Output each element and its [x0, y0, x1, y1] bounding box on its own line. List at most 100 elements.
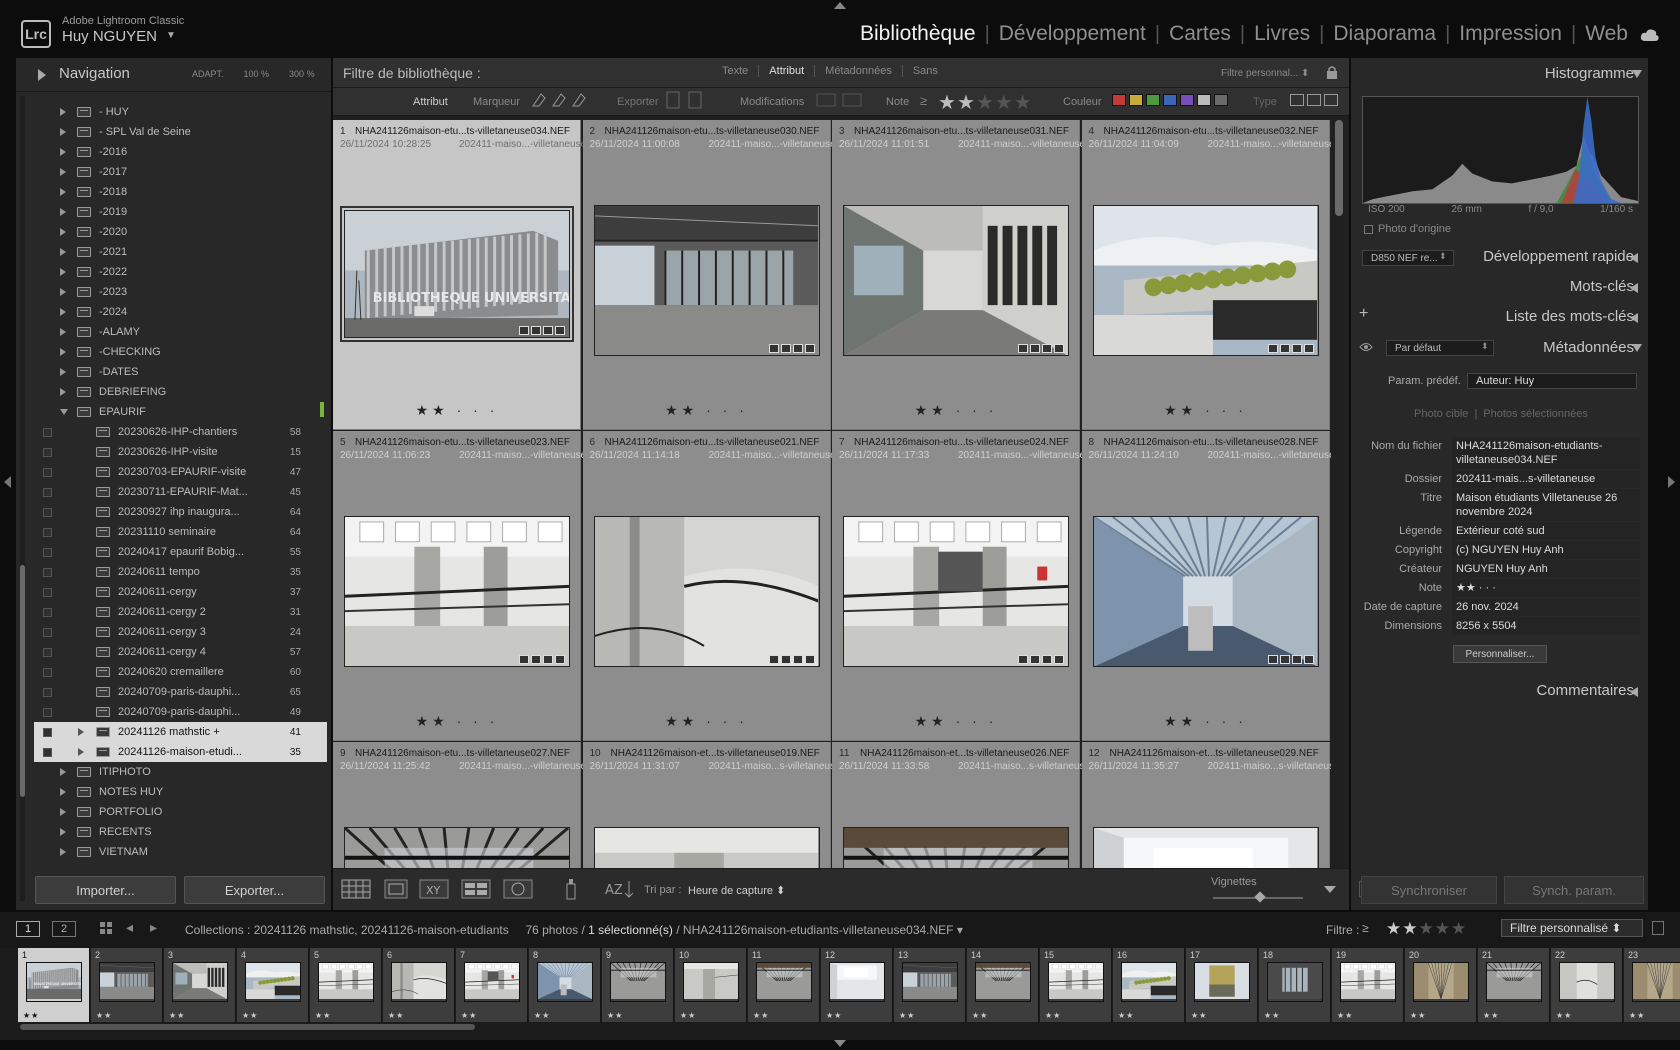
grid-shortcut-icon[interactable] — [99, 921, 113, 935]
metadata-badge-icon[interactable] — [1030, 655, 1040, 664]
edited-filter-icons[interactable] — [665, 90, 705, 110]
collection-item[interactable]: 64 20231110 seminaire — [34, 522, 327, 542]
cell-rating[interactable]: ★★ · · · — [1082, 402, 1330, 419]
filmstrip-item[interactable]: 12 ★★ — [821, 948, 893, 1022]
collection-checkbox[interactable] — [43, 687, 52, 697]
loupe-view-icon[interactable] — [384, 879, 408, 899]
star-icon[interactable]: ★ — [1451, 919, 1467, 938]
grid-cell[interactable]: 8 NHA241126maison-etu...ts-villetaneuse02… — [1081, 431, 1331, 741]
collection-checkbox[interactable] — [43, 707, 52, 717]
grid-cell[interactable]: 12 NHA241126maison-et...ts-villetaneuse02… — [1081, 742, 1331, 868]
back-arrow-icon[interactable]: ◂ — [126, 919, 133, 936]
keyword-list-expand-icon[interactable] — [1630, 313, 1638, 323]
filmstrip-item[interactable]: 4 ★★ — [237, 948, 309, 1022]
quick-preset-chevron-icon[interactable]: ⬍ — [1439, 251, 1447, 262]
metadata-value[interactable]: 202411-mais...s-villetaneuse — [1452, 470, 1640, 488]
collection-item[interactable]: ITIPHOTO — [34, 762, 327, 782]
collection-item[interactable]: 58 20230626-IHP-chantiers — [34, 422, 327, 442]
collection-item[interactable]: 41 20241126 mathstic + — [34, 722, 327, 742]
photo-thumbnail[interactable] — [344, 827, 570, 868]
metadata-badge-icon[interactable] — [1279, 344, 1290, 353]
module-tab[interactable]: Impression — [1459, 22, 1562, 46]
metadata-header[interactable]: Métadonnées — [1543, 339, 1634, 356]
develop-badge-icon[interactable] — [1303, 655, 1314, 664]
expand-triangle-icon[interactable] — [60, 388, 66, 396]
expand-triangle-icon[interactable] — [60, 768, 66, 776]
expand-triangle-icon[interactable] — [60, 108, 66, 116]
collection-item[interactable]: 64 20230927 ihp inaugura... — [34, 502, 327, 522]
toolbar-options-chevron-down-icon[interactable] — [1324, 886, 1336, 893]
expand-triangle-icon[interactable] — [78, 728, 84, 736]
quick-develop-header[interactable]: Développement rapide — [1483, 248, 1634, 265]
comments-expand-icon[interactable] — [1630, 687, 1638, 697]
filmstrip-thumbnail[interactable] — [1267, 962, 1323, 1002]
color-label-swatch[interactable] — [1163, 94, 1177, 106]
filmstrip-item[interactable]: 2 ★★ — [91, 948, 163, 1022]
grid-cell[interactable]: 4 NHA241126maison-etu...ts-villetaneuse03… — [1081, 120, 1331, 430]
star-icon[interactable]: ★ — [1402, 919, 1418, 938]
navigator-zoom-options[interactable]: ADAPT. 100 % 300 % — [192, 69, 315, 79]
import-button[interactable]: Importer... — [35, 876, 176, 904]
color-label-swatch[interactable] — [1129, 94, 1143, 106]
filmstrip-item[interactable]: 7 ★★ — [456, 948, 528, 1022]
photo-thumbnail[interactable] — [593, 827, 820, 868]
collection-item[interactable]: -2016 — [34, 142, 327, 162]
selected-photos-option[interactable]: Photos sélectionnées — [1483, 408, 1588, 420]
collection-item[interactable]: 55 20240417 epaurif Bobig... — [34, 542, 327, 562]
grid-cell[interactable]: 6 NHA241126maison-etu...ts-villetaneuse02… — [582, 431, 836, 741]
collection-item[interactable]: -2018 — [34, 182, 327, 202]
expand-triangle-icon[interactable] — [60, 148, 66, 156]
expand-triangle-icon[interactable] — [60, 368, 66, 376]
keyword-badge-icon[interactable] — [768, 344, 779, 353]
metadata-value[interactable]: ★★ · · · — [1452, 579, 1640, 597]
filmstrip-thumbnail[interactable] — [829, 962, 885, 1002]
filmstrip-thumbnail[interactable] — [245, 962, 301, 1002]
filter-tab[interactable]: Métadonnées — [815, 65, 903, 77]
keywords-expand-icon[interactable] — [1630, 283, 1638, 293]
collection-checkbox[interactable] — [43, 547, 52, 557]
filmstrip-thumbnail[interactable] — [1486, 962, 1542, 1002]
filmstrip-item[interactable]: 17 ★★ — [1186, 948, 1258, 1022]
collection-checkbox[interactable] — [43, 507, 52, 517]
expand-triangle-icon[interactable] — [60, 328, 66, 336]
collection-checkbox[interactable] — [43, 647, 52, 657]
metadata-value[interactable]: 8256 x 5504 — [1452, 617, 1640, 635]
collection-item[interactable]: VIETNAM — [34, 842, 327, 862]
grid-cell[interactable]: 1 NHA241126maison-etu...ts-villetaneuse03… — [333, 120, 586, 430]
modifications-filter-icons[interactable] — [815, 90, 865, 110]
collection-checkbox[interactable] — [43, 627, 52, 637]
left-panel-toggle-icon[interactable] — [4, 476, 11, 488]
cell-rating[interactable]: ★★ · · · — [1082, 713, 1330, 730]
zoom-100-option[interactable]: 100 % — [244, 69, 270, 79]
module-tab[interactable]: Diaporama — [1333, 22, 1436, 46]
secondary-window-button[interactable]: 2 — [52, 921, 76, 937]
photo-thumbnail[interactable] — [843, 205, 1069, 356]
expand-triangle-icon[interactable] — [60, 808, 66, 816]
customize-metadata-button[interactable]: Personnaliser... — [1453, 645, 1547, 663]
right-panel-toggle-icon[interactable] — [1668, 476, 1675, 488]
filmstrip-item[interactable]: 20 ★★ — [1405, 948, 1477, 1022]
flag-filter-icons[interactable] — [531, 92, 591, 110]
cloud-sync-icon[interactable] — [1640, 28, 1660, 42]
color-label-swatch[interactable] — [1197, 94, 1211, 106]
expand-triangle-icon[interactable] — [60, 828, 66, 836]
rating-filter-stars[interactable]: ★★★★★ — [938, 90, 1033, 115]
expand-triangle-icon[interactable] — [60, 308, 66, 316]
collection-item[interactable]: - HUY — [34, 102, 327, 122]
histogram-collapse-icon[interactable] — [1632, 70, 1642, 78]
collection-item[interactable]: 49 20240709-paris-dauphi... — [34, 702, 327, 722]
color-label-swatch[interactable] — [1180, 94, 1194, 106]
metadata-badge-icon[interactable] — [780, 655, 791, 664]
filmstrip-thumbnail[interactable] — [1340, 962, 1396, 1002]
collection-checkbox[interactable] — [43, 567, 52, 577]
color-label-swatch[interactable] — [1214, 94, 1228, 106]
metadata-view-select[interactable]: Par défaut — [1386, 340, 1494, 356]
left-panel-scrollbar[interactable] — [20, 565, 25, 797]
module-tab[interactable]: Bibliothèque — [860, 22, 976, 46]
star-icon[interactable]: ★ — [938, 92, 957, 114]
filter-preset-select[interactable]: Filtre personnal... ⬍ — [1221, 68, 1309, 79]
expand-triangle-icon[interactable] — [60, 208, 66, 216]
expand-triangle-icon[interactable] — [60, 268, 66, 276]
collection-badge-icon[interactable] — [1042, 344, 1052, 353]
filter-toggle-switch[interactable] — [1652, 921, 1664, 935]
